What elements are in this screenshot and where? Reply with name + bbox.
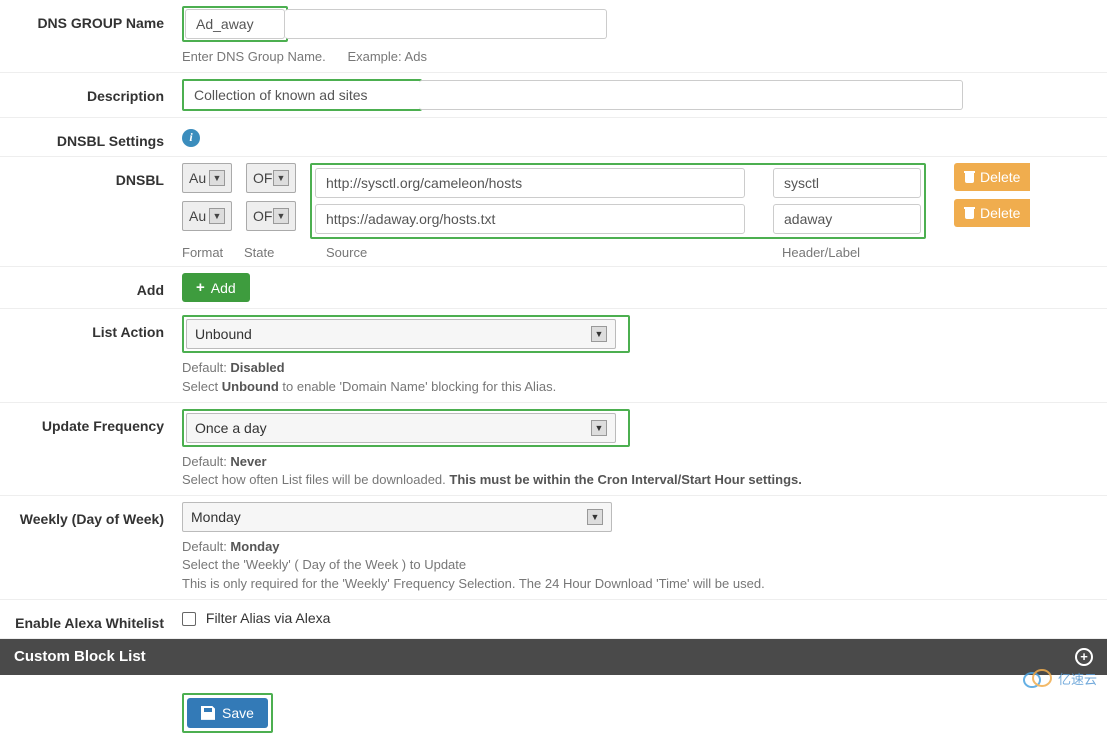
wk-def-val: Monday <box>230 539 279 554</box>
checkbox-alexa[interactable] <box>182 612 196 626</box>
select-format-0-val: Au <box>189 170 206 186</box>
la-def-pre: Default: <box>182 360 230 375</box>
label-description: Description <box>0 79 182 105</box>
watermark-text: 亿速云 <box>1058 669 1097 688</box>
help-group-name-1: Enter DNS Group Name. <box>182 49 326 64</box>
chevron-down-icon: ▼ <box>591 420 607 436</box>
chevron-down-icon: ▼ <box>587 509 603 525</box>
trash-icon <box>964 207 975 219</box>
wk-d2: This is only required for the 'Weekly' F… <box>182 576 765 591</box>
delete-label-0: Delete <box>980 169 1020 185</box>
select-format-1-val: Au <box>189 208 206 224</box>
highlight-description <box>182 79 422 111</box>
chevron-down-icon: ▼ <box>209 208 225 224</box>
select-weekly-val: Monday <box>191 509 241 525</box>
hdr-format: Format <box>182 245 232 260</box>
help-group-name: Enter DNS Group Name. Example: Ads <box>182 48 1099 66</box>
uf-def-val: Never <box>230 454 266 469</box>
info-icon[interactable]: i <box>182 129 200 147</box>
row-description: Description <box>0 73 1107 118</box>
section-custom-block[interactable]: Custom Block List + <box>0 639 1107 675</box>
select-format-1[interactable]: Au▼ <box>182 201 232 231</box>
select-list-action[interactable]: Unbound ▼ <box>186 319 616 349</box>
chevron-down-icon: ▼ <box>273 170 289 186</box>
add-button[interactable]: + Add <box>182 273 250 302</box>
cloud-icon <box>1020 666 1054 690</box>
select-update-freq-val: Once a day <box>195 420 267 436</box>
row-update-freq: Update Frequency Once a day ▼ Default: Ne… <box>0 403 1107 496</box>
input-source-0[interactable] <box>315 168 745 198</box>
input-header-0[interactable] <box>773 168 921 198</box>
select-update-freq[interactable]: Once a day ▼ <box>186 413 616 443</box>
save-button-label: Save <box>222 705 254 721</box>
uf-d2: This must be within the Cron Interval/St… <box>449 472 801 487</box>
la-def-val: Disabled <box>230 360 284 375</box>
help-weekly: Default: Monday Select the 'Weekly' ( Da… <box>182 538 1099 593</box>
select-state-0-val: OF <box>253 170 272 186</box>
row-dnsbl: DNSBL Au▼ Au▼ OF▼ OF▼ D <box>0 157 1107 267</box>
hdr-state: State <box>244 245 294 260</box>
input-description-ext[interactable] <box>419 80 963 110</box>
row-add: Add + Add <box>0 267 1107 309</box>
input-group-name[interactable] <box>185 9 285 39</box>
select-state-1[interactable]: OF▼ <box>246 201 296 231</box>
label-save-empty <box>0 693 182 701</box>
input-group-name-ext[interactable] <box>285 9 607 39</box>
delete-button-1[interactable]: Delete <box>954 199 1030 227</box>
row-dnsbl-settings: DNSBL Settings i <box>0 118 1107 157</box>
input-description[interactable] <box>184 81 420 109</box>
chevron-down-icon: ▼ <box>209 170 225 186</box>
la-d2: Unbound <box>222 379 279 394</box>
label-weekly: Weekly (Day of Week) <box>0 502 182 528</box>
wk-d1: Select the 'Weekly' ( Day of the Week ) … <box>182 557 466 572</box>
select-list-action-val: Unbound <box>195 326 252 342</box>
chevron-down-icon: ▼ <box>273 208 289 224</box>
highlight-group-name <box>182 6 288 42</box>
section-custom-block-title: Custom Block List <box>14 648 146 665</box>
label-dnsbl: DNSBL <box>0 163 182 189</box>
uf-def-pre: Default: <box>182 454 230 469</box>
label-add: Add <box>0 273 182 299</box>
save-button[interactable]: Save <box>187 698 268 728</box>
row-list-action: List Action Unbound ▼ Default: Disabled S… <box>0 309 1107 402</box>
expand-icon[interactable]: + <box>1075 648 1093 666</box>
alexa-checkbox-label: Filter Alias via Alexa <box>206 610 331 626</box>
chevron-down-icon: ▼ <box>591 326 607 342</box>
trash-icon <box>964 171 975 183</box>
uf-d1: Select how often List files will be down… <box>182 472 449 487</box>
row-alexa: Enable Alexa Whitelist Filter Alias via … <box>0 600 1107 639</box>
input-source-1[interactable] <box>315 204 745 234</box>
label-group-name: DNS GROUP Name <box>0 6 182 32</box>
help-update-freq: Default: Never Select how often List fil… <box>182 453 1099 489</box>
delete-button-0[interactable]: Delete <box>954 163 1030 191</box>
highlight-update-freq: Once a day ▼ <box>182 409 630 447</box>
highlight-save: Save <box>182 693 273 733</box>
input-header-1[interactable] <box>773 204 921 234</box>
la-d1: Select <box>182 379 222 394</box>
watermark: 亿速云 <box>1020 666 1097 690</box>
row-group-name: DNS GROUP Name Enter DNS Group Name. Exa… <box>0 0 1107 73</box>
add-button-label: Add <box>211 280 236 296</box>
help-group-name-2: Example: Ads <box>347 49 427 64</box>
highlight-list-action: Unbound ▼ <box>182 315 630 353</box>
select-state-0[interactable]: OF▼ <box>246 163 296 193</box>
label-update-freq: Update Frequency <box>0 409 182 435</box>
hdr-header: Header/Label <box>782 245 930 260</box>
row-weekly: Weekly (Day of Week) Monday ▼ Default: Mo… <box>0 496 1107 600</box>
label-alexa: Enable Alexa Whitelist <box>0 606 182 632</box>
hdr-source: Source <box>326 245 770 260</box>
select-format-0[interactable]: Au▼ <box>182 163 232 193</box>
la-d3: to enable 'Domain Name' blocking for thi… <box>279 379 556 394</box>
select-state-1-val: OF <box>253 208 272 224</box>
highlight-sources <box>310 163 926 239</box>
label-dnsbl-settings: DNSBL Settings <box>0 124 182 150</box>
delete-label-1: Delete <box>980 205 1020 221</box>
label-list-action: List Action <box>0 315 182 341</box>
save-icon <box>201 706 215 720</box>
wk-def-pre: Default: <box>182 539 230 554</box>
row-save: Save <box>0 675 1107 739</box>
select-weekly[interactable]: Monday ▼ <box>182 502 612 532</box>
plus-icon: + <box>196 279 205 296</box>
help-list-action: Default: Disabled Select Unbound to enab… <box>182 359 1099 395</box>
